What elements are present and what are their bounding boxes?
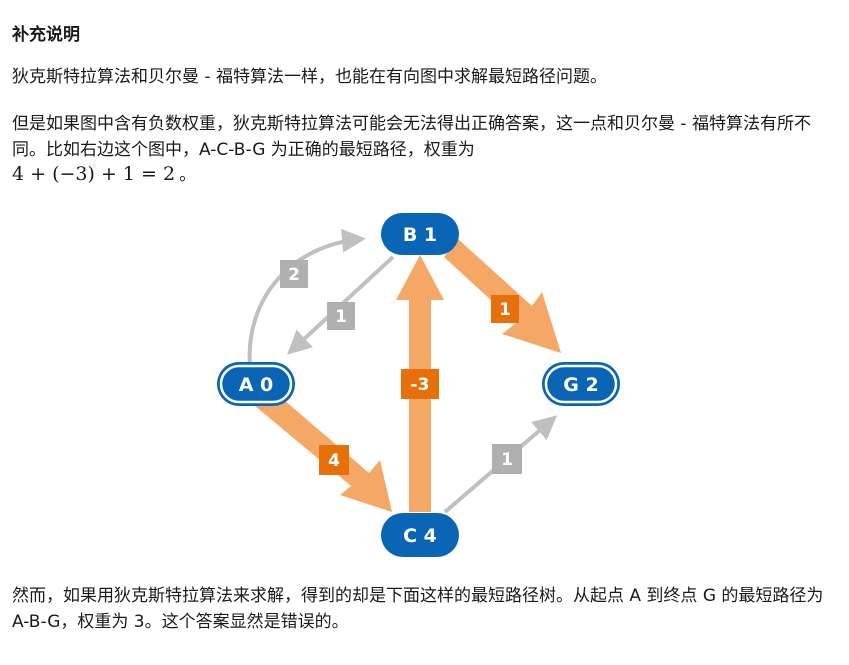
weight-label-b-g: 1 [491, 295, 519, 323]
svg-text:1: 1 [501, 450, 513, 470]
svg-text:4: 4 [328, 451, 340, 471]
dijkstra-result-paragraph: 然而，如果用狄克斯特拉算法来求解，得到的却是下面这样的最短路径树。从起点 A 到… [12, 586, 824, 632]
weight-label-a-c: 4 [319, 445, 349, 475]
node-g: G 2 [542, 362, 620, 406]
svg-text:G 2: G 2 [563, 374, 598, 396]
svg-text:B 1: B 1 [403, 224, 437, 246]
weight-label-c-g: 1 [492, 444, 522, 474]
weight-label-b-a: 1 [327, 302, 355, 330]
svg-text:2: 2 [288, 265, 300, 285]
weight-label-c-b: -3 [401, 369, 439, 399]
weighted-directed-graph: 2 1 1 -3 4 1 B 1 A 0 G 2 C 4 [217, 213, 620, 557]
svg-text:1: 1 [499, 300, 511, 320]
svg-text:1: 1 [335, 307, 347, 327]
weight-label-a-b: 2 [280, 260, 308, 288]
svg-text:A 0: A 0 [239, 374, 274, 396]
node-b: B 1 [381, 213, 459, 255]
node-a: A 0 [217, 362, 295, 406]
svg-text:-3: -3 [411, 375, 430, 395]
svg-text:C 4: C 4 [403, 525, 437, 547]
node-c: C 4 [381, 513, 459, 557]
